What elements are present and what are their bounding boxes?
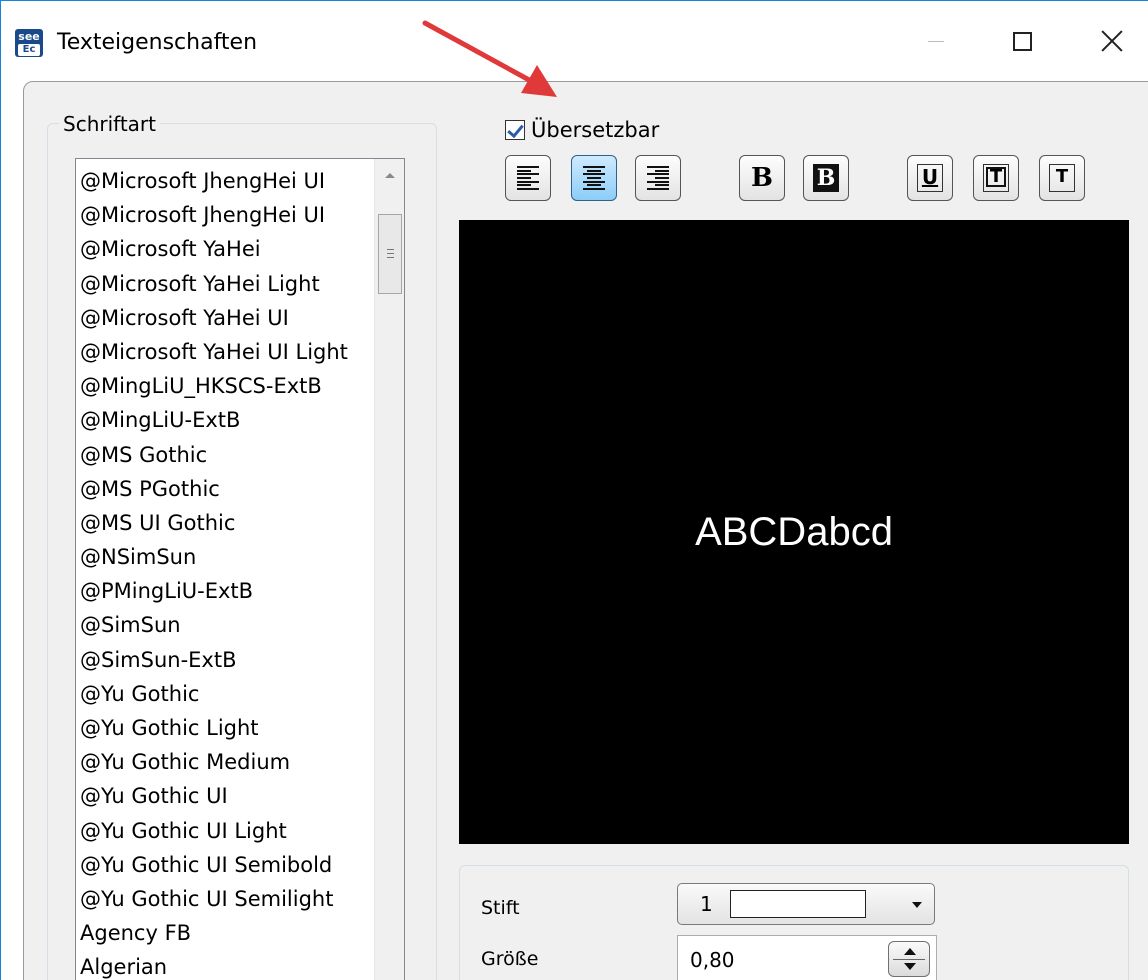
align-right-icon xyxy=(647,166,669,190)
font-list-item[interactable]: @SimSun-ExtB xyxy=(80,643,376,677)
size-spinbox[interactable]: 0,80 xyxy=(677,935,937,980)
chevron-down-icon xyxy=(912,902,922,908)
pen-combobox[interactable]: 1 xyxy=(677,883,935,925)
pen-color-swatch xyxy=(730,890,866,918)
font-list-item[interactable]: @Yu Gothic UI Light xyxy=(80,814,376,848)
font-list-item[interactable]: @Yu Gothic Light xyxy=(80,711,376,745)
bold-button[interactable]: B xyxy=(739,155,785,201)
font-list-item[interactable]: @MingLiU_HKSCS-ExtB xyxy=(80,369,376,403)
font-list-item[interactable]: @Yu Gothic Medium xyxy=(80,745,376,779)
spin-divider xyxy=(893,959,925,960)
preview-text: ABCDabcd xyxy=(695,509,893,554)
close-button[interactable] xyxy=(1077,15,1147,67)
font-list-item[interactable]: @Yu Gothic UI Semilight xyxy=(80,882,376,916)
grip-line xyxy=(387,257,394,258)
translatable-checkbox-row[interactable]: Übersetzbar xyxy=(505,117,659,143)
scroll-up-arrow-icon[interactable] xyxy=(375,159,404,191)
frame-text-icon: T xyxy=(983,164,1009,192)
pen-label: Stift xyxy=(481,897,520,919)
font-list-item[interactable]: @MS Gothic xyxy=(80,438,376,472)
font-list-item[interactable]: @Microsoft YaHei Light xyxy=(80,267,376,301)
font-list-item[interactable]: @Microsoft JhengHei UI xyxy=(80,164,376,198)
size-label: Größe xyxy=(481,948,539,970)
size-value: 0,80 xyxy=(690,948,735,972)
bold-icon: B xyxy=(751,163,773,193)
shadow-text-button[interactable]: T xyxy=(1039,155,1085,201)
font-list-item[interactable]: @MS UI Gothic xyxy=(80,506,376,540)
font-list-item[interactable]: @PMingLiU-ExtB xyxy=(80,574,376,608)
grip-line xyxy=(387,249,394,250)
align-left-icon xyxy=(517,166,539,190)
dialog-window: see Ec Texteigenschaften Schriftart @Mic… xyxy=(0,0,1148,980)
frame-text-button[interactable]: T xyxy=(973,155,1019,201)
pen-value: 1 xyxy=(700,892,713,916)
maximize-icon xyxy=(1012,31,1032,51)
font-list-item[interactable]: @MingLiU-ExtB xyxy=(80,403,376,437)
translatable-label: Übersetzbar xyxy=(531,118,660,142)
underline-icon: U xyxy=(917,164,943,192)
text-preview: ABCDabcd xyxy=(459,220,1129,844)
font-list-item[interactable]: Agency FB xyxy=(80,916,376,950)
spin-up-icon[interactable] xyxy=(904,948,916,955)
align-left-button[interactable] xyxy=(505,155,551,201)
window-title: Texteigenschaften xyxy=(57,30,258,55)
minimize-button[interactable] xyxy=(901,15,971,67)
align-center-button[interactable] xyxy=(571,155,617,201)
font-list-item[interactable]: @Yu Gothic UI Semibold xyxy=(80,848,376,882)
font-list-item[interactable]: @Microsoft YaHei xyxy=(80,232,376,266)
align-center-icon xyxy=(583,166,605,190)
grip-line xyxy=(387,253,394,254)
size-spin-buttons[interactable] xyxy=(888,941,930,977)
font-group-label: Schriftart xyxy=(59,111,160,137)
bold-box-button[interactable]: B xyxy=(803,155,849,201)
spin-down-icon[interactable] xyxy=(904,963,916,970)
font-list-item[interactable]: @SimSun xyxy=(80,608,376,642)
font-list-item[interactable]: Algerian xyxy=(80,950,376,980)
minimize-icon xyxy=(928,40,944,42)
app-icon: see Ec xyxy=(15,29,43,57)
title-bar[interactable]: see Ec Texteigenschaften xyxy=(1,1,1148,81)
font-list-items: @Microsoft JhengHei UI @Microsoft JhengHe… xyxy=(80,164,376,980)
bold-box-icon: B xyxy=(813,164,839,192)
shadow-text-icon: T xyxy=(1049,164,1075,192)
font-list-item[interactable]: @Microsoft YaHei UI Light xyxy=(80,335,376,369)
translatable-checkbox[interactable] xyxy=(505,120,525,140)
font-list-item[interactable]: @Microsoft YaHei UI xyxy=(80,301,376,335)
underline-button[interactable]: U xyxy=(907,155,953,201)
scroll-thumb[interactable] xyxy=(378,214,402,294)
font-list-item[interactable]: @Yu Gothic UI xyxy=(80,779,376,813)
font-listbox[interactable]: @Microsoft JhengHei UI @Microsoft JhengHe… xyxy=(75,158,405,980)
font-list-item[interactable]: @Yu Gothic xyxy=(80,677,376,711)
maximize-button[interactable] xyxy=(987,15,1057,67)
close-icon xyxy=(1101,30,1123,52)
font-list-item[interactable]: @NSimSun xyxy=(80,540,376,574)
font-list-scrollbar[interactable] xyxy=(374,159,404,980)
font-list-item[interactable]: @MS PGothic xyxy=(80,472,376,506)
font-list-item[interactable]: @Microsoft JhengHei UI xyxy=(80,198,376,232)
align-right-button[interactable] xyxy=(635,155,681,201)
